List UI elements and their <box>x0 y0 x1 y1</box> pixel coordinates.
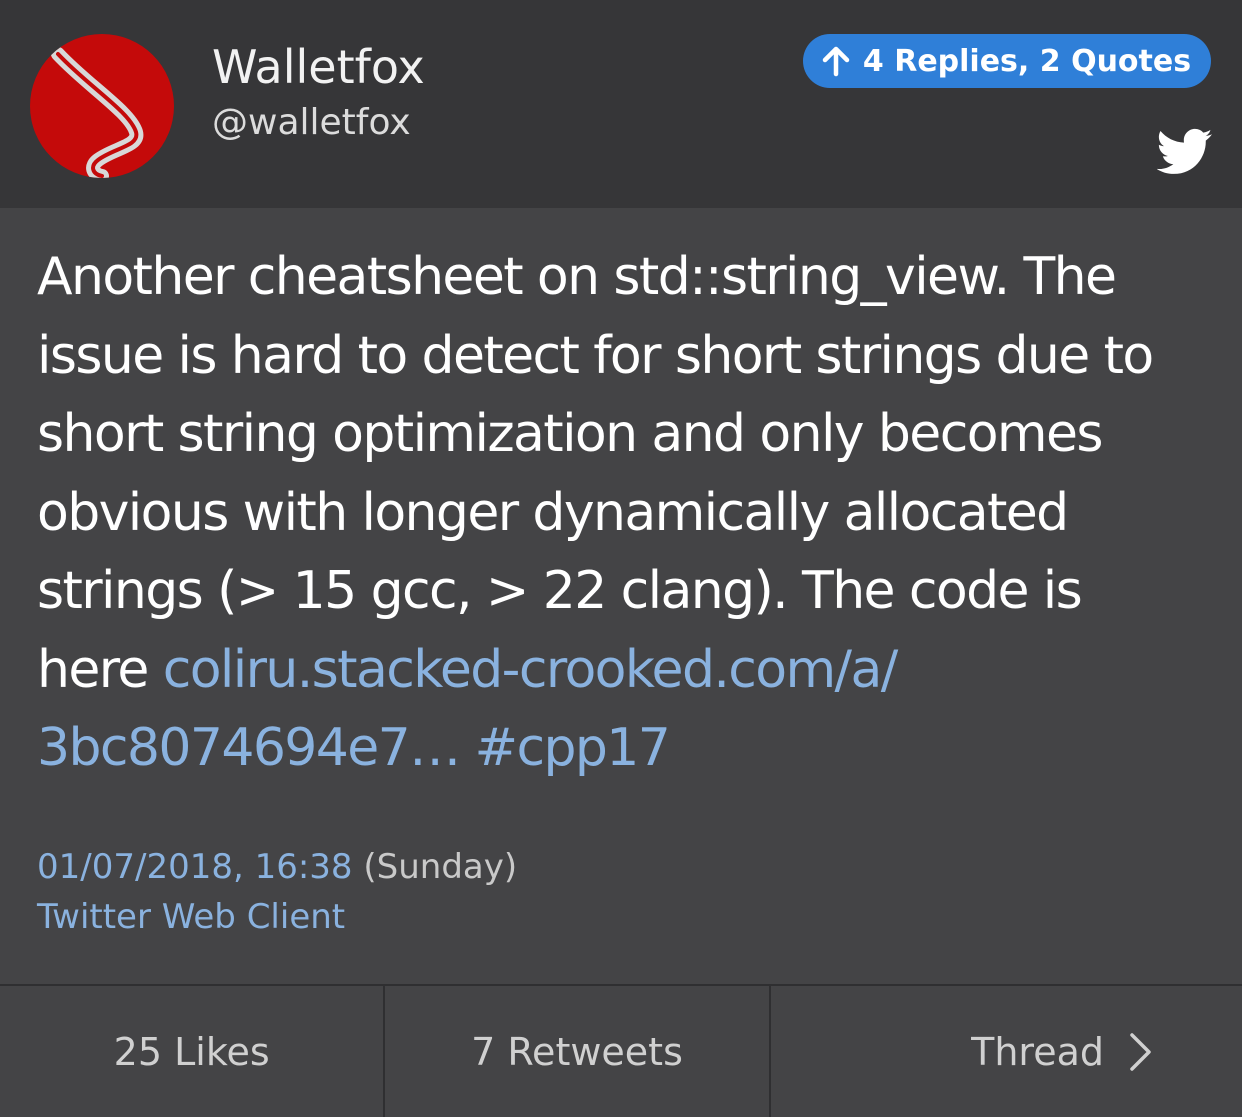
thread-label: Thread <box>971 1029 1104 1074</box>
retweets-label: 7 Retweets <box>471 1029 683 1074</box>
tweet-text-line-7: 3bc8074694e7… #cpp17 <box>37 709 1227 788</box>
replies-quotes-button[interactable]: 4 Replies, 2 Quotes <box>803 34 1211 88</box>
code-link-continued[interactable]: 3bc8074694e7… <box>37 718 461 778</box>
retweets-button[interactable]: 7 Retweets <box>383 986 768 1117</box>
tweet-text-line: obvious with longer dynamically allocate… <box>37 482 1069 543</box>
tweet-text-line: Another cheatsheet on std::string_view. … <box>37 247 1117 307</box>
tweet-text-line-6: here coliru.stacked-crooked.com/a/ <box>37 631 1227 710</box>
twitter-bird-icon[interactable] <box>1156 128 1213 176</box>
tweet-text-line: short string optimization and only becom… <box>37 404 1103 464</box>
tweet-text-line: strings (> 15 gcc, > 22 clang). The code… <box>37 561 1083 621</box>
arrow-up-icon <box>819 44 853 78</box>
tweet-header: Walletfox @walletfox 4 Replies, 2 Quotes <box>0 0 1242 208</box>
replies-quotes-label: 4 Replies, 2 Quotes <box>862 43 1192 79</box>
avatar[interactable] <box>30 34 174 178</box>
hashtag-link[interactable]: #cpp17 <box>474 718 670 778</box>
likes-button[interactable]: 25 Likes <box>0 986 383 1117</box>
tweet-meta: 01/07/2018, 16:38 (Sunday) Twitter Web C… <box>37 842 517 942</box>
tweet-text-prefix: here <box>37 639 163 700</box>
thread-button[interactable]: Thread <box>768 986 1242 1117</box>
user-handle[interactable]: @walletfox <box>212 100 411 146</box>
tweet-client[interactable]: Twitter Web Client <box>37 892 517 942</box>
likes-label: 25 Likes <box>113 1029 270 1074</box>
tweet-timestamp[interactable]: 01/07/2018, 16:38 <box>37 847 353 887</box>
tweet-actions-bar: 25 Likes 7 Retweets Thread <box>0 984 1242 1117</box>
code-link[interactable]: coliru.stacked-crooked.com/a/ <box>163 640 899 700</box>
tweet-text-line: issue is hard to detect for short string… <box>37 325 1154 386</box>
chevron-right-icon <box>1128 1032 1154 1072</box>
avatar-logo <box>51 47 144 178</box>
display-name[interactable]: Walletfox <box>212 38 425 96</box>
tweet-weekday: (Sunday) <box>363 847 518 887</box>
tweet-text: Another cheatsheet on std::string_view. … <box>37 238 1227 788</box>
